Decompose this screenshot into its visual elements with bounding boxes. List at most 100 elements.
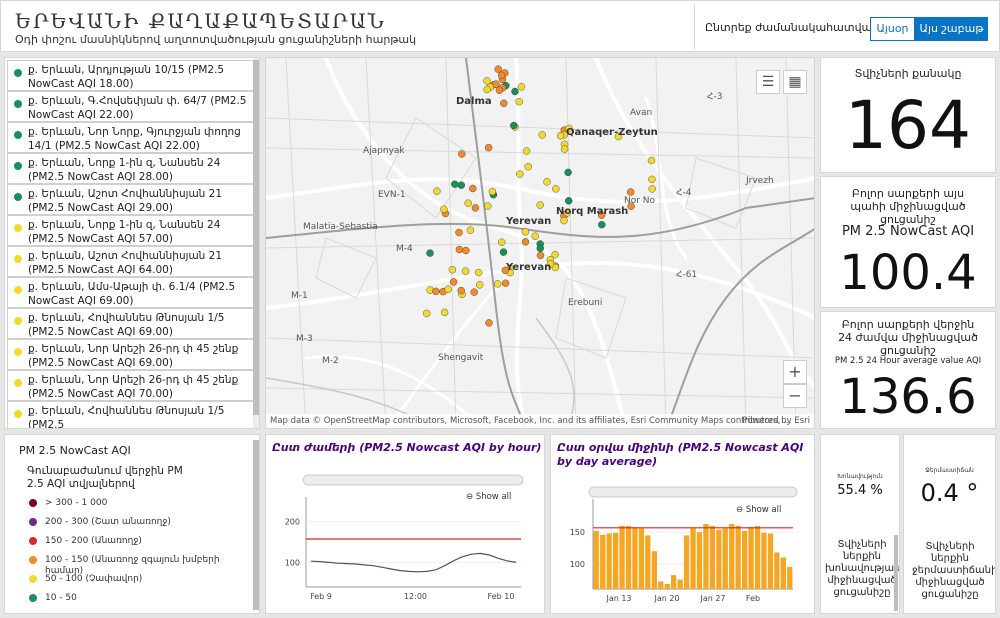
zoom-out-button[interactable]: − <box>783 384 807 408</box>
bar[interactable] <box>645 535 651 589</box>
sensor-marker[interactable] <box>501 279 510 287</box>
sensor-marker[interactable] <box>485 319 493 327</box>
sensor-marker[interactable] <box>543 178 551 186</box>
sensor-marker[interactable] <box>560 216 568 225</box>
bar[interactable] <box>690 528 696 589</box>
sensor-marker[interactable] <box>627 188 635 196</box>
sensor-marker[interactable] <box>440 308 449 317</box>
sensor-marker[interactable] <box>565 197 573 205</box>
sensor-marker[interactable] <box>492 80 500 88</box>
zoom-in-button[interactable]: + <box>783 360 807 384</box>
sensor-marker[interactable] <box>432 287 440 296</box>
legend-scrollbar[interactable] <box>253 440 259 610</box>
bar[interactable] <box>767 533 774 590</box>
sensor-marker[interactable] <box>564 168 572 177</box>
sensor-marker[interactable] <box>469 184 477 193</box>
bar[interactable] <box>729 524 735 589</box>
sensor-marker[interactable] <box>466 226 475 234</box>
list-item[interactable]: ք. Երևան, Նորք 1-ին զ, Նանսեն 24 (PM2.5 … <box>7 215 254 246</box>
sensor-marker[interactable] <box>495 86 504 94</box>
list-view-icon[interactable]: ☰ <box>756 70 780 94</box>
sensor-marker[interactable] <box>536 244 544 253</box>
powered-by-esri[interactable]: Powered by Esri <box>742 416 810 426</box>
sensor-marker[interactable] <box>455 245 464 254</box>
sensor-marker[interactable] <box>511 87 519 96</box>
bar[interactable] <box>683 535 690 589</box>
bar[interactable] <box>658 581 664 589</box>
sensor-marker[interactable] <box>521 238 530 246</box>
station-list[interactable]: ք. Երևան, Արդյության 10/15 (PM2.5 NowCas… <box>4 57 260 429</box>
sensor-marker[interactable] <box>494 65 502 73</box>
sensor-marker[interactable] <box>461 267 470 275</box>
sensor-marker[interactable] <box>471 204 480 212</box>
humidity-scrollbar[interactable] <box>894 535 898 611</box>
bar[interactable] <box>703 524 709 589</box>
range-slider[interactable] <box>588 486 798 498</box>
bar[interactable] <box>709 525 715 589</box>
bar[interactable] <box>613 532 619 589</box>
bar[interactable] <box>677 579 683 590</box>
sensor-marker[interactable] <box>470 288 478 296</box>
range-slider[interactable] <box>302 474 524 486</box>
sensor-marker[interactable] <box>647 156 656 165</box>
sensor-marker[interactable] <box>448 265 457 274</box>
today-button[interactable]: Այսօր <box>870 17 915 41</box>
list-item[interactable]: ք. Երևան, Նորք 1-ին զ, Նանսեն 24 (PM2.5 … <box>7 153 254 184</box>
bar[interactable] <box>619 525 625 589</box>
list-item[interactable]: ք. Երևան, Հովհաննես Թնոսյան 1/5 (PM2.5 <box>7 401 254 428</box>
hourly-show-all[interactable]: ⊖ Show all <box>466 492 511 502</box>
sensor-marker[interactable] <box>458 150 466 158</box>
sensor-marker[interactable] <box>516 170 524 178</box>
sensor-marker[interactable] <box>531 232 539 240</box>
sensor-marker[interactable] <box>521 228 529 236</box>
bar[interactable] <box>625 525 632 589</box>
sensor-marker[interactable] <box>426 249 434 257</box>
sensor-marker[interactable] <box>449 278 458 286</box>
bar[interactable] <box>748 527 754 589</box>
bar[interactable] <box>754 525 761 589</box>
bar[interactable] <box>735 525 741 589</box>
bar[interactable] <box>671 575 677 589</box>
bar[interactable] <box>606 533 612 590</box>
sensor-marker[interactable] <box>493 280 502 288</box>
sensor-marker[interactable] <box>462 246 470 255</box>
sensor-marker[interactable] <box>483 85 491 94</box>
sensor-marker[interactable] <box>497 238 506 246</box>
bar[interactable] <box>780 557 786 590</box>
bar[interactable] <box>742 531 748 589</box>
sensor-marker[interactable] <box>488 187 497 196</box>
bar[interactable] <box>696 532 703 589</box>
list-item[interactable]: ք. Երևան, Ամս-Աթայի փ. 6.1/4 (PM2.5 NowC… <box>7 277 254 308</box>
list-item[interactable]: ք. Երևան, Նոր Արեշի 26-րդ փ 45 շենք (PM2… <box>7 370 254 401</box>
sensor-marker[interactable] <box>560 145 569 153</box>
sensor-marker[interactable] <box>440 205 448 213</box>
daily-chart[interactable]: 100 150 Jan 13 Jan 20 Jan 27 Feb <box>551 435 815 614</box>
sensor-marker[interactable] <box>517 83 526 91</box>
sensor-marker[interactable] <box>433 187 441 195</box>
sensor-marker[interactable] <box>648 185 656 193</box>
bar[interactable] <box>593 531 599 589</box>
daily-show-all[interactable]: ⊖ Show all <box>736 505 781 515</box>
sensor-marker[interactable] <box>552 185 560 193</box>
sensor-marker[interactable] <box>524 162 532 171</box>
sensor-marker[interactable] <box>451 180 459 188</box>
bar[interactable] <box>638 528 645 589</box>
this-week-button[interactable]: Այս շաբաթ <box>915 17 988 41</box>
sensor-marker[interactable] <box>497 71 506 80</box>
bar[interactable] <box>774 552 780 589</box>
sensor-marker[interactable] <box>648 175 656 184</box>
sensor-marker[interactable] <box>457 286 465 295</box>
sensor-marker[interactable] <box>484 143 493 152</box>
sensor-marker[interactable] <box>474 268 483 277</box>
list-item[interactable]: ք. Երևան, Աշոտ Հովհաննիսյան 21 (PM2.5 No… <box>7 184 254 215</box>
bar[interactable] <box>761 532 767 589</box>
sensor-marker[interactable] <box>457 181 466 189</box>
sensor-marker[interactable] <box>464 199 472 207</box>
map-view[interactable]: Dalma Avan Qanaqer-Zeytun Ajapnyak Jrvez… <box>265 57 815 429</box>
sensor-marker[interactable] <box>538 131 546 139</box>
bar[interactable] <box>722 528 728 589</box>
sensor-marker[interactable] <box>455 228 463 237</box>
bar[interactable] <box>600 534 606 589</box>
list-item[interactable]: ք. Երևան, Նոր Արեշի 26-րդ փ 45 շենք (PM2… <box>7 339 254 370</box>
list-item[interactable]: ք. Երևան, Աշոտ Հովհաննիսյան 21 (PM2.5 No… <box>7 246 254 277</box>
